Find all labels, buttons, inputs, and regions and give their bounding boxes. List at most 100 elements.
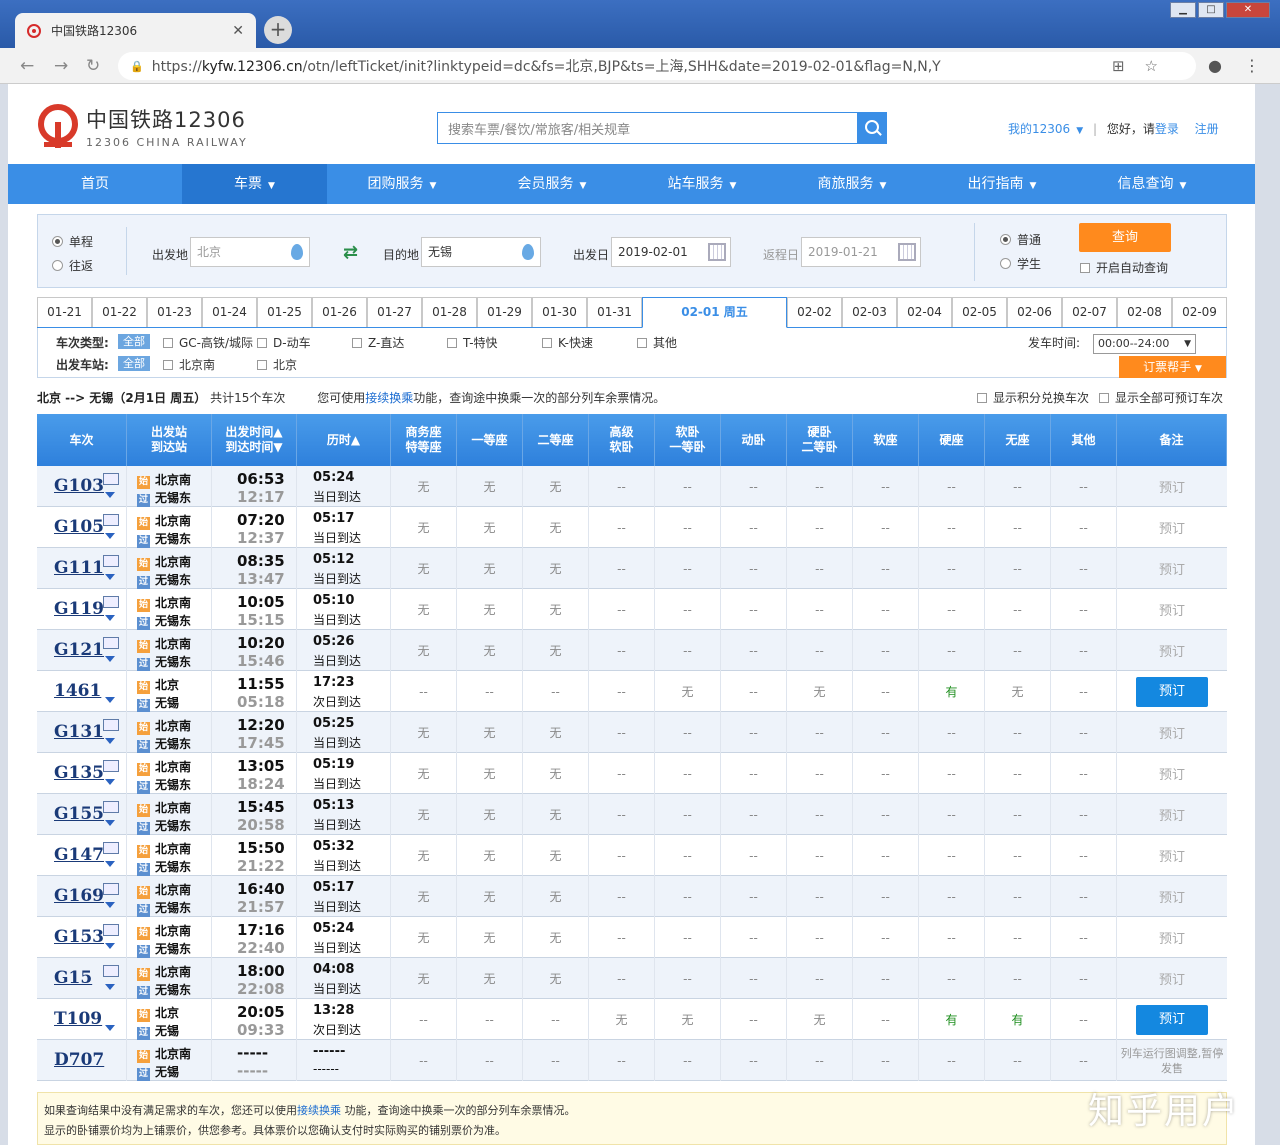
- expand-stops-icon[interactable]: [105, 574, 115, 580]
- expand-stops-icon[interactable]: [105, 943, 115, 949]
- date-tab[interactable]: 02-01 周五: [642, 297, 787, 328]
- nav-group[interactable]: 团购服务 ▼: [327, 164, 477, 204]
- browser-tab[interactable]: 中国铁路12306 ✕: [15, 13, 256, 48]
- train-number-link[interactable]: G15: [54, 968, 92, 988]
- expand-stops-icon[interactable]: [105, 779, 115, 785]
- nav-business[interactable]: 商旅服务 ▼: [777, 164, 927, 204]
- date-tab[interactable]: 01-22: [92, 297, 147, 327]
- expand-stops-icon[interactable]: [105, 861, 115, 867]
- search-icon[interactable]: [857, 112, 887, 144]
- train-number-link[interactable]: G121: [54, 640, 104, 660]
- my12306-link[interactable]: 我的12306: [1008, 122, 1070, 136]
- station-all-button[interactable]: 全部: [118, 356, 150, 371]
- train-number-link[interactable]: G111: [54, 558, 104, 578]
- column-header[interactable]: 出发时间▲ 到达时间▼: [212, 414, 297, 466]
- expand-stops-icon[interactable]: [105, 492, 115, 498]
- expand-stops-icon[interactable]: [105, 656, 115, 662]
- expand-stops-icon[interactable]: [105, 697, 115, 703]
- to-field[interactable]: 无锡: [421, 237, 541, 267]
- minimize-icon[interactable]: ▁: [1170, 2, 1196, 18]
- booking-helper-button[interactable]: 订票帮手 ▼: [1119, 356, 1226, 378]
- nav-home[interactable]: 首页: [8, 164, 182, 204]
- type-k-checkbox[interactable]: K-快速: [542, 334, 593, 351]
- search-input[interactable]: 搜索车票/餐饮/常旅客/相关规章: [437, 112, 858, 144]
- date-tab[interactable]: 01-28: [422, 297, 477, 327]
- nav-member[interactable]: 会员服务 ▼: [477, 164, 627, 204]
- chevron-down-icon[interactable]: ▼: [1076, 126, 1083, 136]
- expand-stops-icon[interactable]: [105, 1025, 115, 1031]
- date-tab[interactable]: 02-07: [1062, 297, 1117, 327]
- date-tab[interactable]: 02-08: [1117, 297, 1172, 327]
- register-link[interactable]: 注册: [1195, 122, 1219, 136]
- expand-stops-icon[interactable]: [105, 738, 115, 744]
- nav-tickets[interactable]: 车票 ▼: [182, 164, 327, 204]
- type-z-checkbox[interactable]: Z-直达: [352, 334, 404, 351]
- expand-stops-icon[interactable]: [105, 820, 115, 826]
- reload-icon[interactable]: ↻: [86, 56, 100, 76]
- maximize-icon[interactable]: □: [1198, 2, 1224, 18]
- date-tab[interactable]: 02-09: [1172, 297, 1227, 327]
- type-gc-checkbox[interactable]: GC-高铁/城际: [163, 334, 253, 351]
- window-close-icon[interactable]: ✕: [1226, 2, 1270, 18]
- date-tab[interactable]: 01-31: [587, 297, 642, 327]
- close-tab-icon[interactable]: ✕: [232, 23, 244, 39]
- train-number-link[interactable]: T109: [54, 1009, 102, 1029]
- date-tab[interactable]: 02-05: [952, 297, 1007, 327]
- seat-availability[interactable]: 有: [985, 999, 1051, 1040]
- station-bj-checkbox[interactable]: 北京: [257, 356, 297, 373]
- date-tab[interactable]: 01-29: [477, 297, 532, 327]
- all-bookable-checkbox[interactable]: 显示全部可预订车次: [1099, 389, 1223, 406]
- seat-availability[interactable]: 有: [919, 999, 985, 1040]
- translate-bookmark-icons[interactable]: ⊞☆: [1112, 57, 1178, 75]
- student-radio[interactable]: 学生: [1000, 255, 1041, 272]
- time-select[interactable]: 00:00--24:00 ▼: [1093, 334, 1196, 354]
- query-button[interactable]: 查询: [1079, 223, 1171, 252]
- date-tab[interactable]: 02-04: [897, 297, 952, 327]
- nav-info[interactable]: 信息查询 ▼: [1077, 164, 1227, 204]
- train-number-link[interactable]: G119: [54, 599, 104, 619]
- column-header[interactable]: 历时▲: [297, 414, 391, 466]
- date-tab[interactable]: 02-03: [842, 297, 897, 327]
- round-trip-radio[interactable]: 往返: [52, 257, 93, 274]
- train-number-link[interactable]: 1461: [54, 681, 101, 701]
- new-tab-button[interactable]: +: [264, 16, 292, 44]
- type-other-checkbox[interactable]: 其他: [637, 334, 677, 351]
- url-field[interactable]: 🔒 https://kyfw.12306.cn/otn/leftTicket/i…: [118, 52, 1196, 80]
- expand-stops-icon[interactable]: [105, 984, 115, 990]
- from-field[interactable]: 北京: [190, 237, 310, 267]
- train-number-link[interactable]: G147: [54, 845, 104, 865]
- auto-query-checkbox[interactable]: 开启自动查询: [1080, 259, 1168, 276]
- seat-availability[interactable]: 有: [919, 671, 985, 712]
- logo[interactable]: 中国铁路12306 12306 CHINA RAILWAY: [36, 102, 248, 150]
- type-d-checkbox[interactable]: D-动车: [257, 334, 311, 351]
- normal-radio[interactable]: 普通: [1000, 231, 1041, 248]
- date-tab[interactable]: 01-26: [312, 297, 367, 327]
- points-trains-checkbox[interactable]: 显示积分兑换车次: [977, 389, 1089, 406]
- date-tab[interactable]: 01-25: [257, 297, 312, 327]
- depart-date-field[interactable]: 2019-02-01: [611, 237, 731, 267]
- type-t-checkbox[interactable]: T-特快: [447, 334, 498, 351]
- book-button[interactable]: 预订: [1136, 676, 1208, 707]
- transfer-link[interactable]: 接续换乘: [365, 391, 413, 405]
- return-date-field[interactable]: 2019-01-21: [801, 237, 921, 267]
- train-number-link[interactable]: D707: [54, 1050, 104, 1070]
- train-number-link[interactable]: G135: [54, 763, 104, 783]
- train-number-link[interactable]: G103: [54, 476, 104, 496]
- date-tab[interactable]: 01-27: [367, 297, 422, 327]
- forward-icon[interactable]: →: [54, 56, 68, 76]
- back-icon[interactable]: ←: [20, 56, 34, 76]
- menu-icon[interactable]: ⋮: [1244, 56, 1260, 75]
- train-number-link[interactable]: G155: [54, 804, 104, 824]
- station-bjn-checkbox[interactable]: 北京南: [163, 356, 215, 373]
- swap-icon[interactable]: ⇄: [343, 242, 358, 263]
- date-tab[interactable]: 01-21: [37, 297, 92, 327]
- date-tab[interactable]: 02-06: [1007, 297, 1062, 327]
- type-all-button[interactable]: 全部: [118, 334, 150, 349]
- date-tab[interactable]: 02-02: [787, 297, 842, 327]
- nav-station[interactable]: 站车服务 ▼: [627, 164, 777, 204]
- expand-stops-icon[interactable]: [105, 533, 115, 539]
- login-link[interactable]: 登录: [1155, 122, 1179, 136]
- transfer-link-footer[interactable]: 接续换乘: [297, 1104, 341, 1117]
- nav-guide[interactable]: 出行指南 ▼: [927, 164, 1077, 204]
- book-button[interactable]: 预订: [1136, 1004, 1208, 1035]
